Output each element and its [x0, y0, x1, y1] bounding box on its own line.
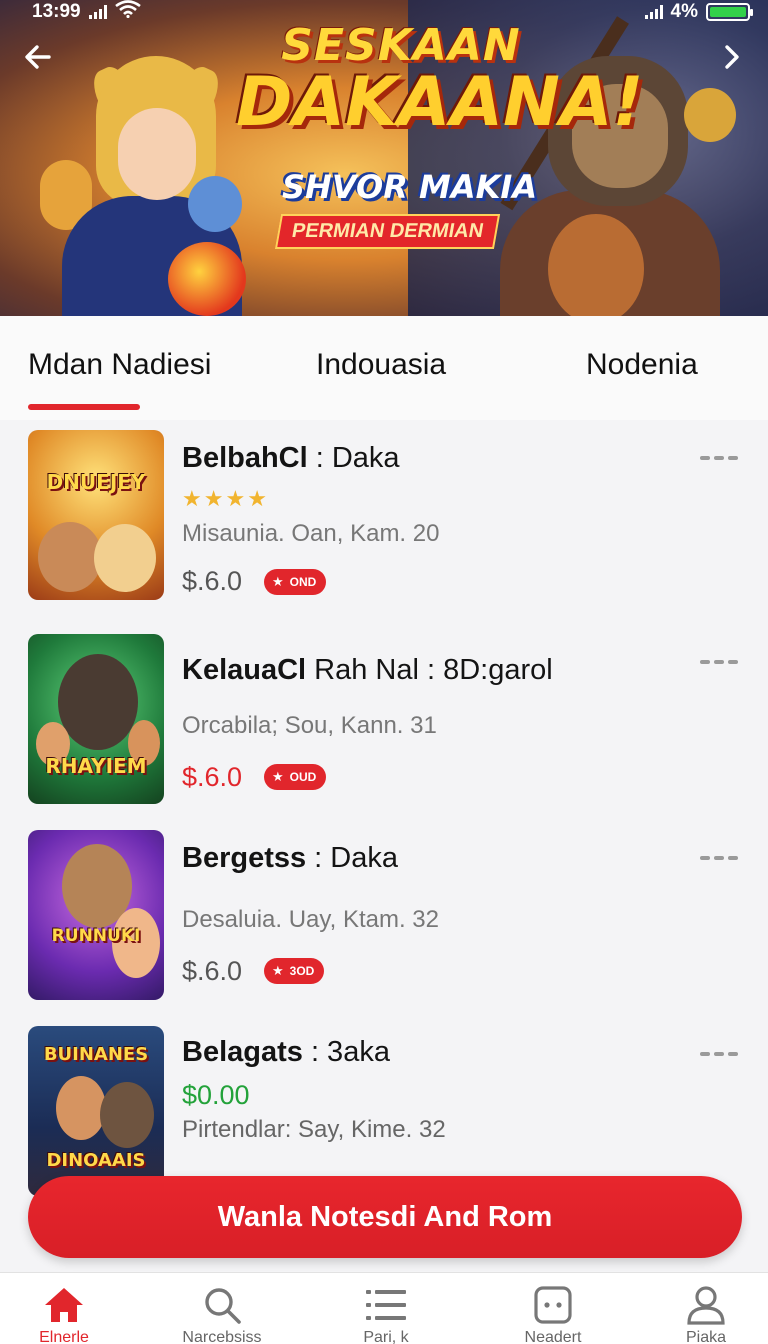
- thumbnail-character: [56, 1076, 106, 1140]
- tab-nodenia[interactable]: Nodenia: [586, 348, 698, 382]
- thumbnail-character: [38, 522, 102, 592]
- item-title: BelbahCl : Daka: [182, 442, 400, 475]
- badge-label: OUD: [289, 770, 317, 784]
- item-title-rest: : Daka: [307, 442, 400, 474]
- banner-prev-icon[interactable]: [20, 42, 56, 78]
- item-price: $.6.0: [182, 956, 243, 986]
- banner-ball: [168, 242, 246, 316]
- banner-title: SESKAAN DAKAANA!: [236, 20, 644, 142]
- item-meta: Orcabila; Sou, Kann. 31: [182, 712, 437, 739]
- list-item[interactable]: RUNNUKI Bergetss : Daka Desaluia. Uay, K…: [0, 820, 768, 1010]
- tab-indouasia[interactable]: Indouasia: [316, 348, 446, 382]
- item-title-rest: : Daka: [306, 842, 398, 874]
- dice-icon: [493, 1285, 613, 1325]
- rating-stars: ★ ★ ★ ★: [182, 486, 267, 512]
- item-title-bold: BelbahCl: [182, 442, 308, 474]
- item-price: $.6.0: [182, 762, 243, 792]
- banner-character-girl-face: [118, 108, 196, 200]
- hero-banner[interactable]: SESKAAN DAKAANA! SHVOR MAKIA PERMIAN DER…: [0, 0, 768, 316]
- banner-subtitle: SHVOR MAKIA: [282, 168, 538, 206]
- battery-percent: 4%: [670, 1, 698, 22]
- item-title: Bergetss : Daka: [182, 842, 398, 875]
- list-item[interactable]: DNUEJEY BelbahCl : Daka ★ ★ ★ ★ Misaunia. O…: [0, 420, 768, 610]
- star-badge-icon: ★: [272, 963, 284, 978]
- thumbnail-title: DINOAAIS: [46, 1150, 146, 1171]
- star-icon: ★: [203, 486, 224, 511]
- nav-label: Piaka: [685, 1329, 727, 1344]
- thumbnail-character: [94, 524, 156, 592]
- item-meta: Misaunia. Oan, Kam. 20: [182, 520, 440, 547]
- signal-icon: [88, 5, 107, 19]
- more-options-icon[interactable]: [700, 1052, 738, 1056]
- item-title-bold: Belagats: [182, 1036, 303, 1068]
- wifi-icon: [114, 0, 141, 24]
- signal-icon: [644, 5, 663, 19]
- item-title-bold: Bergetss: [182, 842, 307, 874]
- active-tab-indicator: [28, 404, 140, 410]
- nav-item-home[interactable]: Elnerle: [4, 1285, 124, 1344]
- status-time: 13:99: [32, 1, 81, 22]
- star-icon: ★: [225, 486, 246, 511]
- nav-label: Elnerle: [39, 1329, 89, 1344]
- nav-item-profile[interactable]: Piaka: [646, 1285, 766, 1344]
- nav-item-games[interactable]: Neadert: [493, 1285, 613, 1344]
- badge-label: OND: [289, 575, 317, 589]
- more-options-icon[interactable]: [700, 660, 738, 664]
- home-icon: [4, 1285, 124, 1325]
- search-icon: [162, 1285, 282, 1325]
- nav-label: Pari, k: [363, 1329, 409, 1344]
- game-thumbnail: RUNNUKI: [28, 830, 164, 1000]
- item-badge[interactable]: ★ OND: [264, 569, 327, 595]
- tab-mdan-nadiesi[interactable]: Mdan Nadiesi: [28, 348, 211, 382]
- thumbnail-title: RUNNUKI: [51, 926, 141, 946]
- item-price: $.6.0: [182, 566, 243, 596]
- item-title: KelauaCl Rah Nal : 8D:garol: [182, 654, 553, 687]
- thumbnail-title: DNUEJEY: [46, 470, 146, 494]
- more-options-icon[interactable]: [700, 856, 738, 860]
- nav-label: Narcebsiss: [182, 1329, 262, 1344]
- nav-item-list[interactable]: Pari, k: [326, 1285, 446, 1344]
- item-title-rest: Rah Nal : 8D:garol: [306, 654, 553, 686]
- star-badge-icon: ★: [272, 574, 284, 589]
- star-badge-icon: ★: [272, 769, 284, 784]
- item-badge[interactable]: ★ 3OD: [264, 958, 325, 984]
- item-meta: Pirtendlar: Say, Kime. 32: [182, 1116, 446, 1143]
- thumbnail-character: [58, 654, 138, 750]
- banner-character-cat: [188, 176, 242, 232]
- item-badge[interactable]: ★ OUD: [264, 764, 327, 790]
- list-item[interactable]: RHAYIEM KelauaCl Rah Nal : 8D:garol Orca…: [0, 624, 768, 814]
- game-thumbnail: DNUEJEY: [28, 430, 164, 600]
- item-meta: Desaluia. Uay, Ktam. 32: [182, 906, 440, 933]
- category-tabs: Mdan Nadiesi Indouasia Nodenia: [0, 316, 768, 420]
- badge-label: 3OD: [289, 964, 315, 978]
- item-title-bold: KelauaCl: [182, 654, 307, 686]
- banner-guitar: [548, 214, 644, 316]
- game-thumbnail: BUINANES DINOAAIS: [28, 1026, 164, 1196]
- banner-character-fist: [684, 88, 736, 142]
- battery-icon: [706, 3, 753, 21]
- banner-next-icon[interactable]: [714, 42, 750, 78]
- banner-title-line2: DAKAANA!: [236, 63, 644, 142]
- primary-cta-button[interactable]: Wanla Notesdi And Rom: [28, 1176, 742, 1258]
- banner-tag: PERMIAN DERMIAN: [274, 214, 501, 249]
- thumbnail-title-top: BUINANES: [43, 1044, 149, 1065]
- thumbnail-title: RHAYIEM: [45, 754, 147, 778]
- thumbnail-character: [100, 1082, 154, 1148]
- list-icon: [326, 1285, 446, 1325]
- item-title: Belagats : 3aka: [182, 1036, 390, 1069]
- item-price: $0.00: [182, 1080, 250, 1110]
- star-icon: ★: [182, 486, 202, 511]
- nav-item-search[interactable]: Narcebsiss: [162, 1285, 282, 1344]
- status-bar: 13:99 4%: [0, 0, 768, 24]
- more-options-icon[interactable]: [700, 456, 738, 460]
- profile-icon: [646, 1285, 766, 1325]
- bottom-navigation: Elnerle Narcebsiss Pari, k Neadert Piaka: [0, 1272, 768, 1344]
- game-thumbnail: RHAYIEM: [28, 634, 164, 804]
- star-icon: ★: [247, 486, 267, 511]
- nav-label: Neadert: [524, 1329, 582, 1344]
- item-title-rest: : 3aka: [302, 1036, 390, 1068]
